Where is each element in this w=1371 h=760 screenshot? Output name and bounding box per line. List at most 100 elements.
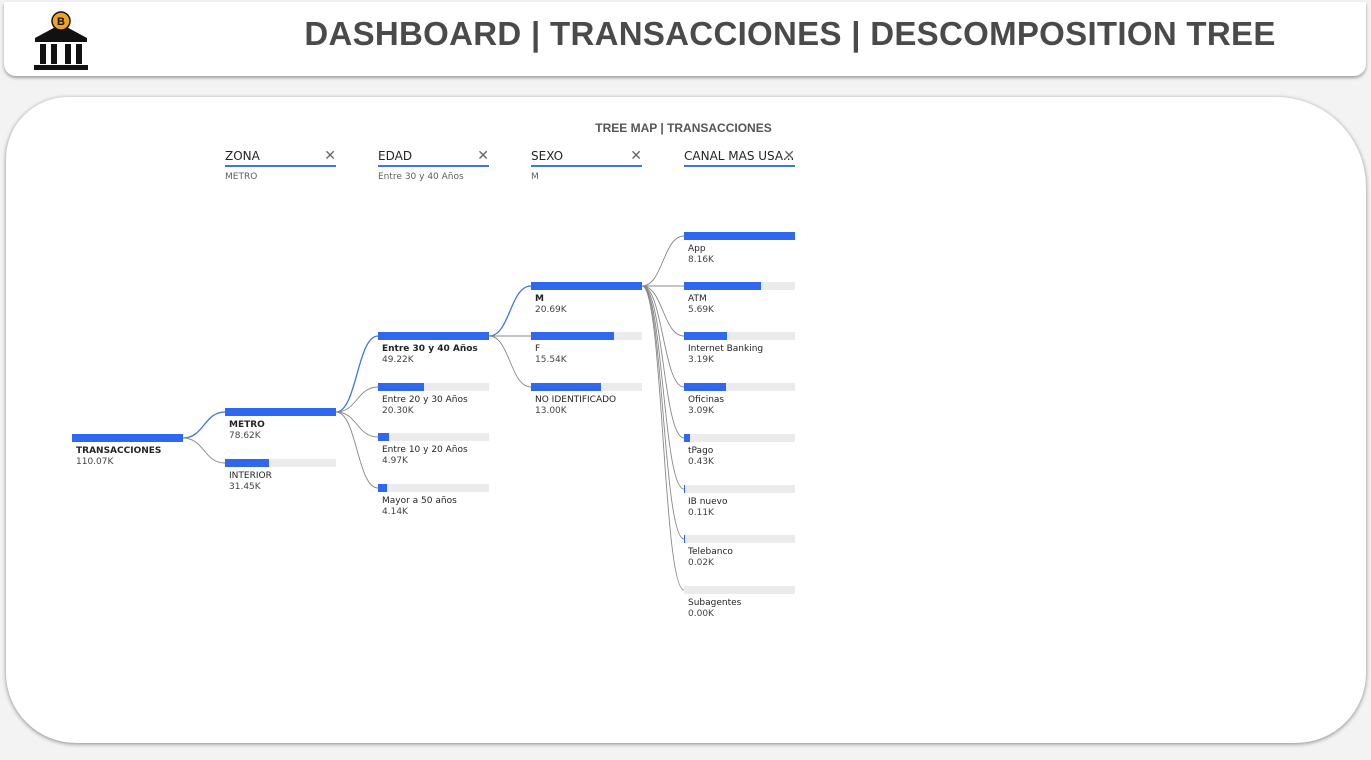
close-icon[interactable]: ✕	[324, 148, 336, 164]
level-name: EDAD	[378, 149, 489, 167]
node-bar	[684, 282, 795, 290]
tree-node-edad[interactable]: Mayor a 50 años 4.14K	[378, 484, 489, 517]
tree-node-canal[interactable]: Internet Banking 3.19K	[684, 332, 795, 365]
node-value: 49.22K	[382, 355, 414, 365]
node-label: NO IDENTIFICADO	[535, 395, 617, 405]
node-label: ATM	[688, 294, 707, 304]
node-value: 13.00K	[535, 406, 567, 416]
node-bar	[225, 459, 336, 467]
tree-connector	[641, 285, 685, 540]
node-value: 4.14K	[382, 507, 408, 517]
node-bar	[378, 433, 489, 441]
tree-node-sexo[interactable]: NO IDENTIFICADO 13.00K	[531, 383, 642, 416]
node-bar-fill	[684, 282, 762, 290]
node-bar-fill	[378, 484, 388, 492]
node-value: 3.19K	[688, 355, 714, 365]
tree-node-edad[interactable]: Entre 30 y 40 Años 49.22K	[378, 332, 489, 365]
node-value: 0.43K	[688, 457, 714, 467]
node-label: Entre 30 y 40 Años	[382, 344, 478, 354]
node-bar-fill	[684, 332, 728, 340]
tree-node-canal[interactable]: IB nuevo 0.11K	[684, 485, 795, 518]
node-bar-fill	[684, 232, 795, 240]
tree-connector	[335, 386, 379, 413]
node-value: 20.30K	[382, 406, 414, 416]
tree-node-root[interactable]: TRANSACCIONES 110.07K	[72, 434, 183, 467]
node-value: 0.11K	[688, 508, 714, 518]
node-label: INTERIOR	[229, 471, 272, 481]
node-bar	[531, 332, 642, 340]
level-name: CANAL MAS USA...	[684, 149, 795, 167]
tree-node-canal[interactable]: ATM 5.69K	[684, 282, 795, 315]
tree-node-sexo[interactable]: M 20.69K	[531, 282, 642, 315]
node-label: Oficinas	[688, 395, 725, 405]
node-bar	[378, 383, 489, 391]
tree-connector	[641, 285, 685, 490]
tree-node-edad[interactable]: Entre 10 y 20 Años 4.97K	[378, 433, 489, 466]
node-bar-fill	[72, 434, 183, 442]
close-icon[interactable]: ✕	[783, 148, 795, 164]
node-bar-fill	[531, 282, 642, 290]
level-name: ZONA	[225, 149, 336, 167]
level-header-sexo: SEXO ✕ M	[531, 148, 642, 182]
node-bar	[684, 586, 795, 594]
tree-connector	[641, 235, 685, 287]
node-value: 15.54K	[535, 355, 567, 365]
node-value: 20.69K	[535, 305, 567, 315]
tree-node-zona[interactable]: INTERIOR 31.45K	[225, 459, 336, 492]
tree-connector	[335, 411, 379, 489]
level-selection: Entre 30 y 40 Años	[378, 172, 464, 182]
node-value: 0.00K	[688, 609, 714, 619]
node-value: 0.02K	[688, 558, 714, 568]
node-label: Telebanco	[688, 547, 733, 557]
tree-connector	[182, 411, 226, 439]
tree-connector	[182, 437, 226, 464]
tree-connector	[335, 335, 379, 413]
tree-node-canal[interactable]: App 8.16K	[684, 232, 795, 265]
node-bar	[684, 535, 795, 543]
node-bar-fill	[531, 383, 601, 391]
node-value: 110.07K	[76, 457, 114, 467]
tree-node-canal[interactable]: Subagentes 0.00K	[684, 586, 795, 619]
level-header-canal: CANAL MAS USA... ✕	[684, 148, 795, 167]
node-bar-fill	[684, 383, 727, 391]
node-label: TRANSACCIONES	[76, 446, 162, 456]
tree-node-canal[interactable]: Oficinas 3.09K	[684, 383, 795, 416]
close-icon[interactable]: ✕	[477, 148, 489, 164]
node-bar-fill	[225, 459, 270, 467]
node-value: 5.69K	[688, 305, 714, 315]
tree-node-canal[interactable]: Telebanco 0.02K	[684, 535, 795, 568]
node-label: Mayor a 50 años	[382, 496, 457, 506]
node-bar	[684, 485, 795, 493]
node-bar-fill	[378, 383, 424, 391]
level-name: SEXO	[531, 149, 642, 167]
node-label: METRO	[229, 420, 265, 430]
node-bar	[684, 232, 795, 240]
node-bar-fill	[531, 332, 615, 340]
node-label: Entre 10 y 20 Años	[382, 445, 468, 455]
node-value: 4.97K	[382, 456, 408, 466]
node-bar	[72, 434, 183, 442]
tree-connector	[335, 411, 379, 438]
tree-connector	[488, 335, 532, 388]
tree-node-canal[interactable]: tPago 0.43K	[684, 434, 795, 467]
tree-connectors	[182, 235, 685, 591]
node-label: Subagentes	[688, 598, 742, 608]
level-selection: M	[531, 172, 539, 182]
node-label: tPago	[688, 446, 714, 456]
tree-node-sexo[interactable]: F 15.54K	[531, 332, 642, 365]
tree-node-edad[interactable]: Entre 20 y 30 Años 20.30K	[378, 383, 489, 416]
node-bar	[225, 408, 336, 416]
node-bar	[531, 282, 642, 290]
tree-node-zona[interactable]: METRO 78.62K	[225, 408, 336, 441]
node-bar-fill	[684, 485, 686, 493]
tree-connector	[641, 285, 685, 388]
node-value: 8.16K	[688, 255, 714, 265]
node-bar	[684, 434, 795, 442]
node-bar	[684, 383, 795, 391]
node-value: 31.45K	[229, 482, 261, 492]
node-label: F	[535, 344, 541, 354]
node-bar	[378, 484, 489, 492]
node-value: 78.62K	[229, 431, 261, 441]
close-icon[interactable]: ✕	[630, 148, 642, 164]
level-selection: METRO	[225, 172, 258, 182]
